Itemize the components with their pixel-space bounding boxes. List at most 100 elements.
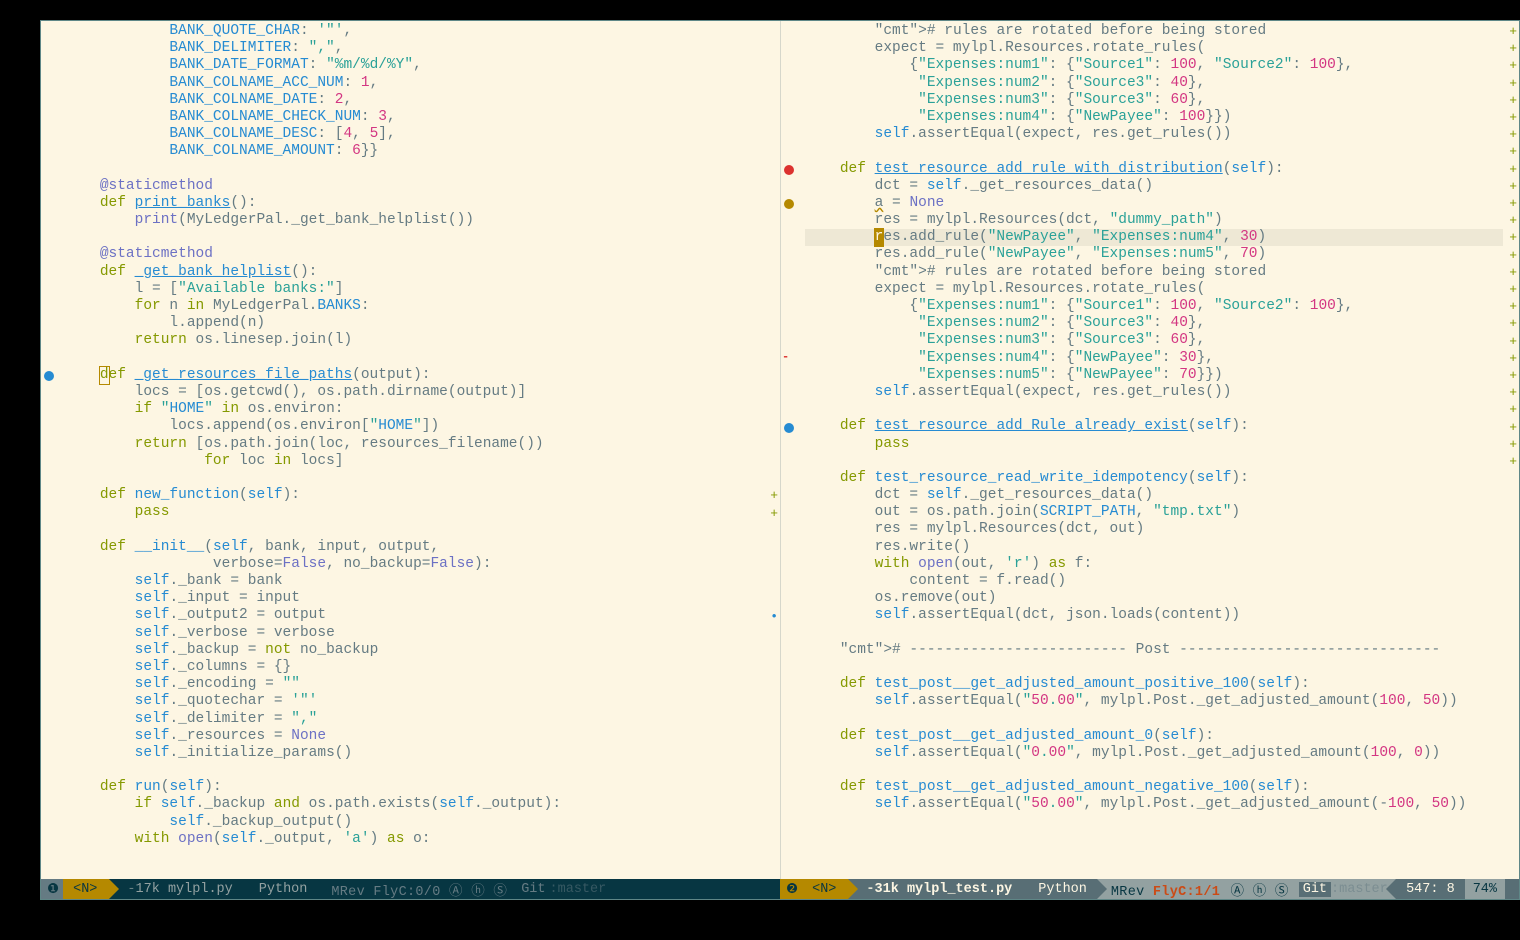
code-line[interactable]: self.assertEqual(expect, res.get_rules()…	[805, 384, 1503, 401]
code-line[interactable]: BANK_COLNAME_AMOUNT: 6}}	[65, 143, 764, 160]
code-line[interactable]: "cmt"># rules are rotated before being s…	[805, 23, 1503, 40]
code-line[interactable]: out = os.path.join(SCRIPT_PATH, "tmp.txt…	[805, 504, 1503, 521]
code-line[interactable]	[65, 350, 764, 367]
code-line[interactable]: self.assertEqual(dct, json.loads(content…	[805, 607, 1503, 624]
code-line[interactable]: "Expenses:num2": {"Source3": 40},	[805, 75, 1503, 92]
mode-line-left[interactable]: ❶ <N> - 17k mylpl.py Python MRev FlyC:0/…	[41, 879, 780, 899]
code-line[interactable]: "cmt"># ------------------------- Post -…	[805, 642, 1503, 659]
code-line[interactable]	[65, 470, 764, 487]
code-line[interactable]: if self._backup and os.path.exists(self.…	[65, 796, 764, 813]
buffer-id-right[interactable]: - 31k mylpl_test.py	[848, 879, 1024, 899]
code-line[interactable]: def run(self):	[65, 779, 764, 796]
code-line[interactable]: self.assertEqual(expect, res.get_rules()…	[805, 126, 1503, 143]
right-code-area[interactable]: "cmt"># rules are rotated before being s…	[799, 21, 1503, 879]
code-line[interactable]: BANK_COLNAME_DESC: [4, 5],	[65, 126, 764, 143]
code-line[interactable]: self.assertEqual("50.00", mylpl.Post._ge…	[805, 693, 1503, 710]
code-line[interactable]	[65, 229, 764, 246]
code-line[interactable]: def test_resource_add_rule_with_distribu…	[805, 161, 1503, 178]
code-line[interactable]	[805, 401, 1503, 418]
code-line[interactable]: res.write()	[805, 539, 1503, 556]
code-line[interactable]: def test_post__get_adjusted_amount_0(sel…	[805, 728, 1503, 745]
code-line[interactable]: l = ["Available banks:"]	[65, 281, 764, 298]
code-line[interactable]: l.append(n)	[65, 315, 764, 332]
code-line[interactable]: return [os.path.join(loc, resources_file…	[65, 436, 764, 453]
code-line[interactable]: os.remove(out)	[805, 590, 1503, 607]
code-line[interactable]: BANK_COLNAME_ACC_NUM: 1,	[65, 75, 764, 92]
left-pane[interactable]: BANK_QUOTE_CHAR: '"', BANK_DELIMITER: ",…	[41, 21, 780, 879]
code-line[interactable]: self._input = input	[65, 590, 764, 607]
code-line[interactable]: BANK_COLNAME_CHECK_NUM: 3,	[65, 109, 764, 126]
code-line[interactable]: self.assertEqual("50.00", mylpl.Post._ge…	[805, 796, 1503, 813]
code-line[interactable]: "Expenses:num4": {"NewPayee": 100}})	[805, 109, 1503, 126]
code-line[interactable]	[805, 711, 1503, 728]
code-line[interactable]: content = f.read()	[805, 573, 1503, 590]
code-line[interactable]: {"Expenses:num1": {"Source1": 100, "Sour…	[805, 57, 1503, 74]
code-line[interactable]: res.add_rule("NewPayee", "Expenses:num4"…	[805, 229, 1503, 246]
major-mode[interactable]: Python	[245, 879, 318, 899]
code-line[interactable]: BANK_QUOTE_CHAR: '"',	[65, 23, 764, 40]
code-line[interactable]: res.add_rule("NewPayee", "Expenses:num5"…	[805, 246, 1503, 263]
code-line[interactable]: res = mylpl.Resources(dct, "dummy_path")	[805, 212, 1503, 229]
code-line[interactable]: self.assertEqual("0.00", mylpl.Post._get…	[805, 745, 1503, 762]
code-line[interactable]: with open(self._output, 'a') as o:	[65, 831, 764, 848]
right-pane[interactable]: - "cmt"># rules are rotated before being…	[780, 21, 1519, 879]
code-line[interactable]: self._quotechar = '"'	[65, 693, 764, 710]
code-line[interactable]: expect = mylpl.Resources.rotate_rules(	[805, 40, 1503, 57]
code-line[interactable]: self._output2 = output	[65, 607, 764, 624]
code-line[interactable]: "Expenses:num4": {"NewPayee": 30},	[805, 350, 1503, 367]
code-line[interactable]: def test_resource_read_write_idempotency…	[805, 470, 1503, 487]
code-line[interactable]	[805, 453, 1503, 470]
code-line[interactable]	[65, 521, 764, 538]
code-line[interactable]: self._columns = {}	[65, 659, 764, 676]
code-line[interactable]: BANK_COLNAME_DATE: 2,	[65, 92, 764, 109]
code-line[interactable]: return os.linesep.join(l)	[65, 332, 764, 349]
code-line[interactable]: self._bank = bank	[65, 573, 764, 590]
code-line[interactable]: self._encoding = ""	[65, 676, 764, 693]
code-line[interactable]: self._resources = None	[65, 728, 764, 745]
code-line[interactable]	[65, 161, 764, 178]
code-line[interactable]: print(MyLedgerPal._get_bank_helplist())	[65, 212, 764, 229]
code-line[interactable]: with open(out, 'r') as f:	[805, 556, 1503, 573]
code-line[interactable]: a = None	[805, 195, 1503, 212]
code-line[interactable]: dct = self._get_resources_data()	[805, 178, 1503, 195]
code-line[interactable]: @staticmethod	[65, 178, 764, 195]
code-line[interactable]: def _get_bank_helplist():	[65, 264, 764, 281]
left-code-area[interactable]: BANK_QUOTE_CHAR: '"', BANK_DELIMITER: ",…	[59, 21, 764, 879]
code-line[interactable]	[805, 143, 1503, 160]
code-line[interactable]: pass	[805, 436, 1503, 453]
code-line[interactable]: "cmt"># rules are rotated before being s…	[805, 264, 1503, 281]
code-line[interactable]: self._delimiter = ","	[65, 711, 764, 728]
git-status[interactable]: Git:master	[507, 882, 606, 897]
code-line[interactable]: locs.append(os.environ["HOME"])	[65, 418, 764, 435]
code-line[interactable]: self._backup = not no_backup	[65, 642, 764, 659]
code-line[interactable]: "Expenses:num3": {"Source3": 60},	[805, 332, 1503, 349]
code-line[interactable]: def _get_resources_file_paths(output):	[65, 367, 764, 384]
code-line[interactable]: if "HOME" in os.environ:	[65, 401, 764, 418]
code-line[interactable]: for loc in locs]	[65, 453, 764, 470]
code-line[interactable]: "Expenses:num3": {"Source3": 60},	[805, 92, 1503, 109]
code-line[interactable]: pass	[65, 504, 764, 521]
code-line[interactable]: def test_post__get_adjusted_amount_negat…	[805, 779, 1503, 796]
code-line[interactable]: for n in MyLedgerPal.BANKS:	[65, 298, 764, 315]
code-line[interactable]: locs = [os.getcwd(), os.path.dirname(out…	[65, 384, 764, 401]
code-line[interactable]: def test_resource_add_Rule_already_exist…	[805, 418, 1503, 435]
code-line[interactable]: BANK_DELIMITER: ",",	[65, 40, 764, 57]
code-line[interactable]: self._initialize_params()	[65, 745, 764, 762]
code-line[interactable]: expect = mylpl.Resources.rotate_rules(	[805, 281, 1503, 298]
code-line[interactable]: dct = self._get_resources_data()	[805, 487, 1503, 504]
mode-line-right[interactable]: ❷ <N> - 31k mylpl_test.py Python MRev Fl…	[780, 879, 1519, 899]
code-line[interactable]: "Expenses:num2": {"Source3": 40},	[805, 315, 1503, 332]
code-line[interactable]: self._backup_output()	[65, 814, 764, 831]
major-mode[interactable]: Python	[1024, 879, 1097, 899]
code-line[interactable]: "Expenses:num5": {"NewPayee": 70}})	[805, 367, 1503, 384]
code-line[interactable]: verbose=False, no_backup=False):	[65, 556, 764, 573]
code-line[interactable]	[805, 659, 1503, 676]
code-line[interactable]	[65, 762, 764, 779]
code-line[interactable]: {"Expenses:num1": {"Source1": 100, "Sour…	[805, 298, 1503, 315]
code-line[interactable]	[805, 625, 1503, 642]
git-status[interactable]: Git:master	[1289, 882, 1388, 897]
buffer-id-left[interactable]: - 17k mylpl.py	[109, 879, 244, 899]
code-line[interactable]: BANK_DATE_FORMAT: "%m/%d/%Y",	[65, 57, 764, 74]
code-line[interactable]: def print_banks():	[65, 195, 764, 212]
flycheck-badge[interactable]: FlyC:1/1	[1153, 885, 1222, 900]
